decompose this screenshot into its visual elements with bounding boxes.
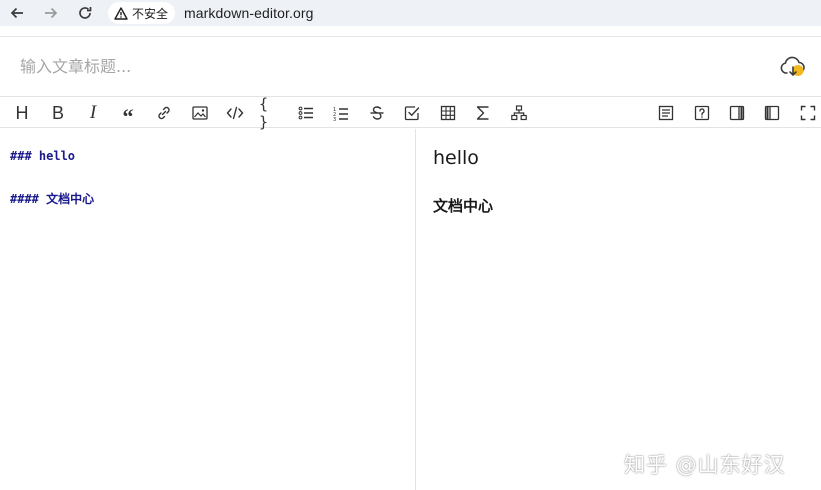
arrow-right-icon xyxy=(45,7,58,19)
preview-heading-4: 文档中心 xyxy=(433,197,494,215)
numbered-list-icon: 1 2 3 xyxy=(333,107,348,121)
heading-button[interactable]: H xyxy=(10,101,34,125)
code-button[interactable] xyxy=(223,101,247,125)
editor-line-1[interactable]: ### hello xyxy=(10,149,75,163)
bold-button[interactable]: B xyxy=(46,101,70,125)
warning-icon xyxy=(114,6,128,20)
bulleted-list-icon xyxy=(298,106,313,120)
image-button[interactable] xyxy=(188,101,212,125)
code-block-button[interactable]: { } xyxy=(259,95,283,131)
toc-button[interactable] xyxy=(654,101,678,125)
back-button[interactable] xyxy=(6,2,28,24)
table-button[interactable] xyxy=(436,101,460,125)
editor-toolbar: H B I “ { } 1 2 3 xyxy=(0,95,821,131)
heading-icon: H xyxy=(15,102,29,123)
editor-line-2[interactable]: #### 文档中心 xyxy=(10,190,94,207)
link-icon xyxy=(158,106,170,120)
sigma-icon xyxy=(476,106,489,120)
preview-heading-3: hello xyxy=(433,147,479,169)
table-icon xyxy=(440,105,456,121)
help-icon xyxy=(694,105,710,121)
italic-icon: I xyxy=(89,102,97,123)
diagram-button[interactable] xyxy=(507,101,531,125)
fullscreen-icon xyxy=(800,105,816,121)
preview-only-button[interactable] xyxy=(725,101,749,125)
document-outline-icon xyxy=(658,105,674,121)
strikethrough-button[interactable] xyxy=(365,101,389,125)
ordered-list-button[interactable]: 1 2 3 xyxy=(329,101,353,125)
quote-icon: “ xyxy=(122,104,134,129)
italic-button[interactable]: I xyxy=(81,101,105,125)
arrow-left-icon xyxy=(10,7,23,19)
strikethrough-icon xyxy=(370,106,384,120)
image-icon xyxy=(192,106,208,120)
help-button[interactable] xyxy=(690,101,714,125)
watermark: 知乎 @山东好汉 xyxy=(624,453,786,477)
article-title-input[interactable] xyxy=(20,51,720,82)
checkbox-icon xyxy=(404,106,420,121)
svg-text:3: 3 xyxy=(333,117,336,121)
link-button[interactable] xyxy=(152,101,176,125)
sidebar-right-icon xyxy=(729,105,745,121)
reload-button[interactable] xyxy=(74,2,96,24)
bold-icon: B xyxy=(51,102,64,123)
markdown-preview: hello 文档中心 xyxy=(417,129,821,490)
save-cloud-button[interactable] xyxy=(779,54,807,80)
cloud-upload-icon xyxy=(780,56,805,77)
task-list-button[interactable] xyxy=(400,101,424,125)
sidebar-left-icon xyxy=(764,105,780,121)
code-icon xyxy=(226,106,244,120)
security-label: 不安全 xyxy=(132,6,169,21)
unordered-list-button[interactable] xyxy=(294,101,318,125)
quote-button[interactable]: “ xyxy=(116,101,140,129)
address-bar[interactable]: 不安全 markdown-editor.org xyxy=(108,1,813,25)
reload-icon xyxy=(79,7,92,19)
title-row xyxy=(0,36,821,96)
flowchart-icon xyxy=(511,105,527,121)
forward-button[interactable] xyxy=(40,2,62,24)
url-text[interactable]: markdown-editor.org xyxy=(184,5,314,21)
braces-icon: { } xyxy=(259,95,269,131)
edit-only-button[interactable] xyxy=(760,101,784,125)
markdown-editor[interactable]: ### hello #### 文档中心 xyxy=(0,129,416,490)
security-indicator[interactable]: 不安全 xyxy=(108,2,176,24)
formula-button[interactable] xyxy=(471,101,495,125)
browser-toolbar: 不安全 markdown-editor.org xyxy=(0,0,821,26)
fullscreen-button[interactable] xyxy=(796,101,820,125)
